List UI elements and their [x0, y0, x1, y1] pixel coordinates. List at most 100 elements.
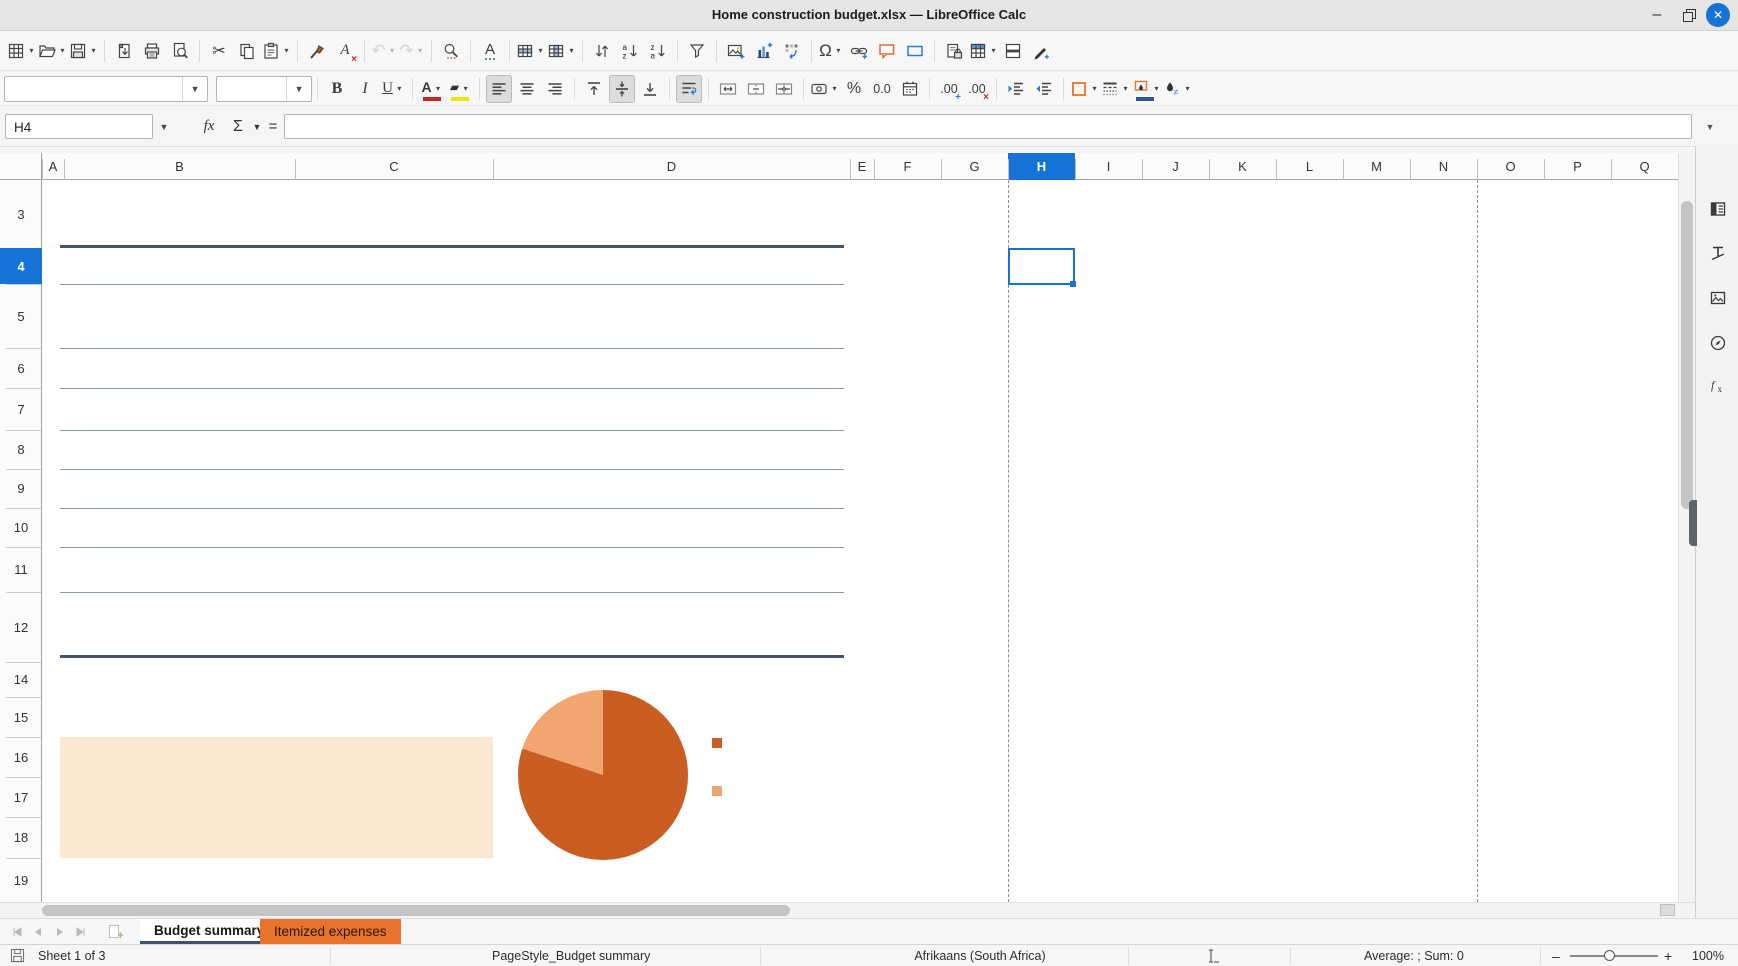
text-box-button[interactable]: [902, 37, 928, 65]
column-header-B[interactable]: B: [64, 153, 295, 180]
insert-pivot-table-button[interactable]: [779, 37, 805, 65]
paste-dropdown-icon[interactable]: ▾: [282, 46, 291, 55]
draw-functions-button[interactable]: [1028, 37, 1054, 65]
print-preview-button[interactable]: [167, 37, 193, 65]
column-header-N[interactable]: N: [1410, 153, 1477, 180]
zoom-slider-thumb[interactable]: [1604, 950, 1615, 961]
find-replace-button[interactable]: [438, 37, 464, 65]
wrap-text-button[interactable]: [676, 75, 702, 103]
save-dropdown-icon[interactable]: ▾: [89, 46, 98, 55]
column-header-I[interactable]: I: [1075, 153, 1142, 180]
column-header-G[interactable]: G: [941, 153, 1008, 180]
sum-icon[interactable]: Σ: [226, 114, 250, 139]
column-header-F[interactable]: F: [874, 153, 941, 180]
export-pdf-button[interactable]: [111, 37, 137, 65]
horizontal-scrollbar-thumb[interactable]: [42, 905, 790, 916]
name-box[interactable]: H4: [5, 114, 153, 139]
function-wizard-icon[interactable]: fx: [196, 114, 222, 139]
unmerge-cells-button[interactable]: [771, 75, 797, 103]
border-style-button[interactable]: ▾: [1101, 75, 1130, 103]
hyperlink-button[interactable]: [846, 37, 872, 65]
italic-button[interactable]: I: [352, 75, 378, 103]
sheet-tab-itemized-expenses[interactable]: Itemized expenses: [260, 919, 401, 944]
underline-button[interactable]: U▾: [380, 75, 406, 103]
sidebar-styles-icon[interactable]: [1705, 240, 1731, 266]
spelling-button[interactable]: A: [477, 37, 503, 65]
borders-dropdown-icon[interactable]: ▾: [1090, 84, 1099, 93]
formula-input[interactable]: [284, 114, 1692, 139]
column-boundary[interactable]: [850, 159, 851, 180]
last-sheet-button[interactable]: [72, 923, 92, 941]
font-size-combo[interactable]: ▼: [216, 76, 312, 102]
align-bottom-button[interactable]: [637, 75, 663, 103]
close-button[interactable]: ✕: [1706, 3, 1730, 27]
paste-button[interactable]: ▾: [262, 37, 291, 65]
column-headers[interactable]: ABCDEFGHIJKLMNOPQ: [0, 153, 1678, 180]
column-boundary[interactable]: [493, 159, 494, 180]
redo-dropdown-icon[interactable]: ▾: [416, 46, 425, 55]
new-dropdown-icon[interactable]: ▾: [27, 46, 36, 55]
column-boundary[interactable]: [1276, 159, 1277, 180]
insert-chart-button[interactable]: [751, 37, 777, 65]
expand-formula-bar-icon[interactable]: ▼: [1700, 114, 1720, 139]
decrease-indent-button[interactable]: [1031, 75, 1057, 103]
sidebar-properties-icon[interactable]: [1705, 196, 1731, 222]
row-header-14[interactable]: 14: [0, 662, 42, 697]
row-header-15[interactable]: 15: [0, 697, 42, 737]
insert-mode-icon[interactable]: [1206, 948, 1222, 966]
clear-formatting-button[interactable]: A×: [332, 37, 358, 65]
add-sheet-button[interactable]: [104, 923, 126, 941]
name-box-dropdown[interactable]: ▼: [153, 114, 175, 139]
column-header-C[interactable]: C: [295, 153, 493, 180]
font-name-combo[interactable]: ▼: [4, 76, 208, 102]
equals-icon[interactable]: =: [264, 114, 282, 139]
sidebar-navigator-icon[interactable]: [1705, 330, 1731, 356]
column-header-E[interactable]: E: [850, 153, 874, 180]
special-character-dropdown-icon[interactable]: ▾: [834, 46, 843, 55]
autofilter-button[interactable]: [684, 37, 710, 65]
horizontal-scrollbar[interactable]: [0, 902, 1695, 918]
row-header-6[interactable]: 6: [0, 348, 42, 388]
borders-button[interactable]: ▾: [1070, 75, 1099, 103]
add-decimal-button[interactable]: .00+: [936, 75, 962, 103]
cell-cursor[interactable]: [1008, 248, 1075, 285]
row-header-5[interactable]: 5: [0, 284, 42, 348]
font-size-dropdown-icon[interactable]: ▼: [286, 77, 311, 101]
highlight-color-button[interactable]: ▰▾: [447, 75, 473, 103]
protect-sheet-button[interactable]: [941, 37, 967, 65]
merge-center-button[interactable]: [715, 75, 741, 103]
zoom-in-button[interactable]: +: [1664, 945, 1672, 966]
row-header-11[interactable]: 11: [0, 547, 42, 592]
column-boundary[interactable]: [1209, 159, 1210, 180]
open-button[interactable]: ▾: [38, 37, 67, 65]
sidebar-gallery-icon[interactable]: [1705, 285, 1731, 311]
background-color-dropdown-icon[interactable]: ▾: [1152, 84, 1161, 93]
row-header-17[interactable]: 17: [0, 777, 42, 817]
select-all-corner[interactable]: [0, 153, 42, 180]
copy-button[interactable]: [234, 37, 260, 65]
row-dropdown-icon[interactable]: ▾: [536, 46, 545, 55]
conditional-formatting-dropdown-icon[interactable]: ▾: [1183, 84, 1192, 93]
column-boundary[interactable]: [295, 159, 296, 180]
document-modified-icon[interactable]: [10, 948, 25, 966]
row-button[interactable]: ▾: [516, 37, 545, 65]
sort-button[interactable]: [589, 37, 615, 65]
language-status[interactable]: Afrikaans (South Africa): [900, 945, 1060, 966]
increase-indent-button[interactable]: [1003, 75, 1029, 103]
column-header-M[interactable]: M: [1343, 153, 1410, 180]
column-header-H[interactable]: H: [1008, 153, 1075, 180]
column-header-J[interactable]: J: [1142, 153, 1209, 180]
row-header-12[interactable]: 12: [0, 592, 42, 662]
column-boundary[interactable]: [1343, 159, 1344, 180]
sort-descending-button[interactable]: za: [645, 37, 671, 65]
column-boundary[interactable]: [874, 159, 875, 180]
column-boundary[interactable]: [1008, 159, 1009, 180]
currency-dropdown-icon[interactable]: ▾: [830, 84, 839, 93]
row-header-7[interactable]: 7: [0, 388, 42, 430]
pie-chart[interactable]: [518, 690, 688, 860]
page-style-status[interactable]: PageStyle_Budget summary: [492, 945, 650, 966]
first-sheet-button[interactable]: [6, 923, 26, 941]
freeze-panes-dropdown-icon[interactable]: ▾: [989, 46, 998, 55]
row-header-9[interactable]: 9: [0, 469, 42, 508]
delete-decimal-button[interactable]: .00×: [964, 75, 990, 103]
